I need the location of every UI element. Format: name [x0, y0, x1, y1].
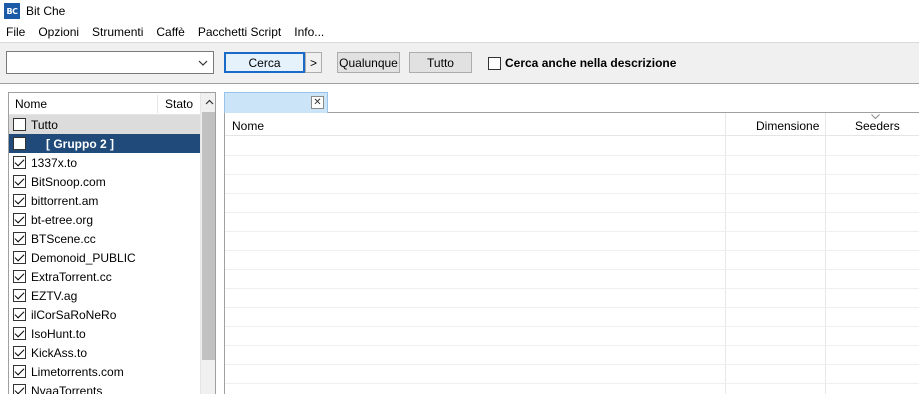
search-combobox[interactable]: [6, 51, 214, 74]
site-checkbox[interactable]: [13, 118, 26, 131]
site-row[interactable]: Limetorrents.com: [9, 362, 200, 381]
col-header-name[interactable]: Nome: [232, 119, 264, 133]
site-checkbox[interactable]: [13, 232, 26, 245]
menu-file[interactable]: File: [6, 25, 25, 39]
row-gridline: [225, 212, 919, 213]
site-row[interactable]: ExtraTorrent.cc: [9, 267, 200, 286]
site-row[interactable]: bittorrent.am: [9, 191, 200, 210]
row-gridline: [225, 231, 919, 232]
menu-script-packs[interactable]: Pacchetti Script: [198, 25, 281, 39]
site-label: KickAss.to: [31, 345, 88, 360]
sites-header: Nome Stato: [9, 93, 200, 115]
col-header-seeders[interactable]: Seeders: [855, 119, 900, 133]
site-row[interactable]: IsoHunt.to: [9, 324, 200, 343]
scrollbar-thumb[interactable]: [202, 112, 215, 360]
site-label: ExtraTorrent.cc: [31, 269, 112, 284]
site-row-group[interactable]: [ Gruppo 2 ]: [9, 134, 200, 153]
col-header-size[interactable]: Dimensione: [756, 119, 819, 133]
site-row[interactable]: bt-etree.org: [9, 210, 200, 229]
chevron-down-icon[interactable]: [196, 55, 210, 70]
menu-coffee[interactable]: Caffè: [156, 25, 184, 39]
site-checkbox[interactable]: [13, 308, 26, 321]
site-checkbox[interactable]: [13, 289, 26, 302]
results-tabstrip: ✕: [224, 91, 919, 113]
search-description-checkbox[interactable]: [488, 56, 501, 70]
site-checkbox[interactable]: [13, 194, 26, 207]
menu-info[interactable]: Info...: [294, 25, 324, 39]
site-row[interactable]: BTScene.cc: [9, 229, 200, 248]
site-label: IsoHunt.to: [31, 326, 86, 341]
site-checkbox[interactable]: [13, 365, 26, 378]
menu-tools[interactable]: Strumenti: [92, 25, 143, 39]
site-label: NyaaTorrents: [31, 383, 103, 394]
col-header-name[interactable]: Nome: [15, 97, 47, 111]
all-words-button[interactable]: Tutto: [409, 52, 472, 73]
results-table: Nome Dimensione Seeders: [224, 113, 919, 394]
site-checkbox[interactable]: [13, 346, 26, 359]
site-row[interactable]: ilCorSaRoNeRo: [9, 305, 200, 324]
row-gridline: [225, 193, 919, 194]
site-label: Demonoid_PUBLIC: [31, 250, 136, 265]
close-icon[interactable]: ✕: [311, 96, 324, 109]
row-gridline: [225, 250, 919, 251]
site-row[interactable]: KickAss.to: [9, 343, 200, 362]
row-gridline: [225, 345, 919, 346]
row-gridline: [225, 307, 919, 308]
site-label: Tutto: [31, 117, 58, 132]
row-gridline: [225, 364, 919, 365]
site-row[interactable]: EZTV.ag: [9, 286, 200, 305]
site-label: 1337x.to: [31, 155, 78, 170]
row-gridline: [225, 269, 919, 270]
site-label: bt-etree.org: [31, 212, 94, 227]
site-row[interactable]: NyaaTorrents: [9, 381, 200, 394]
site-checkbox[interactable]: [13, 251, 26, 264]
col-header-status[interactable]: Stato: [165, 97, 193, 111]
search-toolbar: Cerca > Qualunque Tutto Cerca anche nell…: [0, 42, 919, 84]
site-checkbox[interactable]: [13, 384, 26, 394]
site-row-all[interactable]: Tutto: [9, 115, 200, 134]
site-label: [ Gruppo 2 ]: [46, 136, 114, 151]
site-checkbox[interactable]: [13, 175, 26, 188]
sites-list: Tutto [ Gruppo 2 ] 1337x.to BitSnoop.com…: [9, 115, 200, 394]
header-divider: [157, 95, 158, 113]
site-checkbox[interactable]: [13, 137, 26, 150]
site-label: ilCorSaRoNeRo: [31, 307, 117, 322]
sites-panel: Nome Stato Tutto [ Gruppo 2 ] 1337x.to B…: [8, 92, 216, 394]
search-description-label[interactable]: Cerca anche nella descrizione: [505, 56, 676, 70]
menu-bar: File Opzioni Strumenti Caffè Pacchetti S…: [0, 22, 919, 42]
site-checkbox[interactable]: [13, 327, 26, 340]
results-tab[interactable]: ✕: [224, 92, 328, 113]
site-label: BTScene.cc: [31, 231, 96, 246]
window-title: Bit Che: [26, 4, 66, 18]
chevron-up-icon[interactable]: [201, 93, 215, 110]
next-button[interactable]: >: [305, 52, 322, 73]
title-bar: BC Bit Che: [0, 0, 919, 22]
sites-scrollbar[interactable]: [200, 93, 215, 394]
site-checkbox[interactable]: [13, 156, 26, 169]
site-label: Limetorrents.com: [31, 364, 124, 379]
row-gridline: [225, 288, 919, 289]
search-description-option[interactable]: Cerca anche nella descrizione: [488, 56, 676, 70]
search-button[interactable]: Cerca: [224, 52, 305, 73]
app-icon: BC: [4, 3, 20, 19]
menu-options[interactable]: Opzioni: [38, 25, 79, 39]
site-row[interactable]: Demonoid_PUBLIC: [9, 248, 200, 267]
site-label: BitSnoop.com: [31, 174, 106, 189]
site-checkbox[interactable]: [13, 213, 26, 226]
site-label: EZTV.ag: [31, 288, 78, 303]
row-gridline: [225, 383, 919, 384]
site-row[interactable]: BitSnoop.com: [9, 172, 200, 191]
row-gridline: [225, 174, 919, 175]
results-header: Nome Dimensione Seeders: [225, 113, 919, 136]
site-checkbox[interactable]: [13, 270, 26, 283]
site-row[interactable]: 1337x.to: [9, 153, 200, 172]
row-gridline: [225, 155, 919, 156]
any-words-button[interactable]: Qualunque: [337, 52, 400, 73]
row-gridline: [225, 326, 919, 327]
site-label: bittorrent.am: [31, 193, 99, 208]
